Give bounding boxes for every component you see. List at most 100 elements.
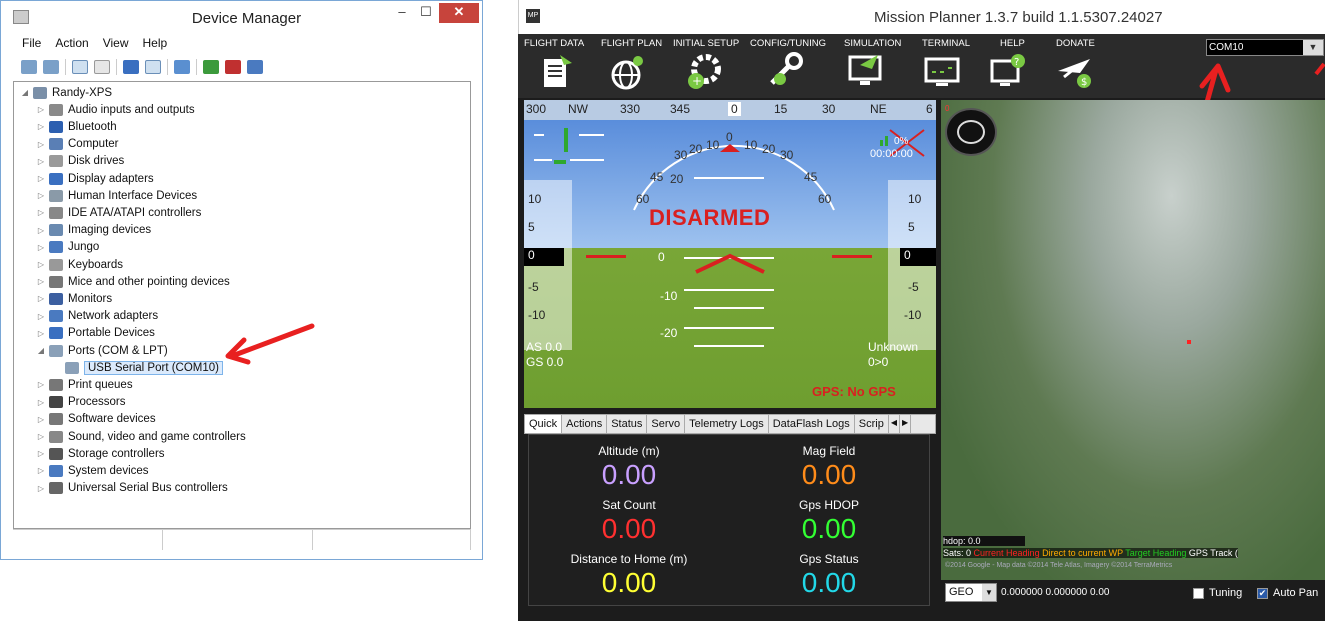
close-button[interactable]: ✕	[439, 3, 479, 23]
gear-icon[interactable]: +	[684, 51, 724, 91]
wrench-icon[interactable]	[766, 51, 806, 91]
tree-item[interactable]: USB Serial Port (COM10)	[52, 359, 224, 376]
show-hide-tree-icon[interactable]	[72, 60, 88, 74]
tree-item[interactable]: ▷ Universal Serial Bus controllers	[36, 480, 228, 497]
flight-data-icon[interactable]	[536, 51, 576, 91]
scan-hardware-icon[interactable]	[174, 60, 190, 74]
tree-item[interactable]: ◢ Ports (COM & LPT)	[36, 342, 168, 359]
tree-item[interactable]: ▷ Bluetooth	[36, 118, 117, 135]
collapsed-arrow-icon[interactable]: ▷	[36, 105, 46, 114]
tree-item[interactable]: ▷ Monitors	[36, 290, 112, 307]
menu-view[interactable]: View	[103, 36, 129, 50]
tree-item[interactable]: ▷ Portable Devices	[36, 325, 155, 342]
tree-item[interactable]: ▷ Imaging devices	[36, 222, 151, 239]
forward-icon[interactable]	[43, 60, 59, 74]
collapsed-arrow-icon[interactable]: ▷	[36, 294, 46, 303]
tab-telemetry-logs[interactable]: Telemetry Logs	[685, 415, 769, 433]
collapsed-arrow-icon[interactable]: ▷	[36, 226, 46, 235]
collapsed-arrow-icon[interactable]: ▷	[36, 415, 46, 424]
globe-icon[interactable]	[608, 51, 648, 91]
collapsed-arrow-icon[interactable]: ▷	[36, 174, 46, 183]
tab-scripts[interactable]: Scrip	[854, 415, 889, 433]
maximize-button[interactable]: ☐	[415, 3, 437, 23]
altitude-tick: -5	[908, 280, 919, 294]
tab-dataflash-logs[interactable]: DataFlash Logs	[768, 415, 855, 433]
nav-initial-setup[interactable]: INITIAL SETUP	[673, 38, 739, 49]
tab-scroll-right-icon[interactable]: ▶	[900, 415, 912, 433]
view-icon[interactable]	[145, 60, 161, 74]
update-driver-icon[interactable]	[203, 60, 219, 74]
tree-item[interactable]: ▷ Network adapters	[36, 308, 158, 325]
expanded-arrow-icon[interactable]: ◢	[20, 88, 30, 97]
simulation-icon[interactable]	[846, 51, 886, 91]
collapsed-arrow-icon[interactable]: ▷	[36, 140, 46, 149]
tree-item[interactable]: ▷ Jungo	[36, 239, 99, 256]
collapsed-arrow-icon[interactable]: ▷	[36, 484, 46, 493]
chevron-down-icon[interactable]: ▼	[1303, 40, 1323, 55]
tree-item[interactable]: ▷ Human Interface Devices	[36, 187, 197, 204]
tab-quick[interactable]: Quick	[525, 415, 563, 433]
collapsed-arrow-icon[interactable]: ▷	[36, 122, 46, 131]
map-view[interactable]: 0 hdop: 0.0 Sats: 0 Current Heading Dire…	[941, 100, 1325, 580]
disable-device-icon[interactable]	[247, 60, 263, 74]
tree-item[interactable]: ▷ Keyboards	[36, 256, 123, 273]
collapsed-arrow-icon[interactable]: ▷	[36, 260, 46, 269]
tab-actions[interactable]: Actions	[562, 415, 608, 433]
nav-terminal[interactable]: TERMINAL	[922, 38, 970, 49]
tree-item[interactable]: ▷ Software devices	[36, 411, 156, 428]
collapsed-arrow-icon[interactable]: ▷	[36, 312, 46, 321]
collapsed-arrow-icon[interactable]: ▷	[36, 191, 46, 200]
nav-flight-plan[interactable]: FLIGHT PLAN	[601, 38, 662, 49]
auto-pan-checkbox[interactable]: ✔	[1257, 588, 1268, 599]
tree-item[interactable]: ▷ Print queues	[36, 376, 133, 393]
collapsed-arrow-icon[interactable]: ▷	[36, 277, 46, 286]
tab-servo[interactable]: Servo	[647, 415, 686, 433]
collapsed-arrow-icon[interactable]: ▷	[36, 243, 46, 252]
menu-action[interactable]: Action	[55, 36, 88, 50]
tree-item[interactable]: ▷ Sound, video and game controllers	[36, 428, 246, 445]
tuning-checkbox[interactable]	[1193, 588, 1204, 599]
collapsed-arrow-icon[interactable]: ▷	[36, 329, 46, 338]
donate-plane-icon[interactable]: $	[1054, 51, 1094, 91]
properties-icon[interactable]	[94, 60, 110, 74]
tree-item[interactable]: ▷ Display adapters	[36, 170, 154, 187]
tab-scroll-left-icon[interactable]: ◀	[888, 415, 900, 433]
uninstall-icon[interactable]	[225, 60, 241, 74]
nav-help[interactable]: HELP	[1000, 38, 1025, 49]
expanded-arrow-icon[interactable]: ◢	[36, 346, 46, 355]
collapsed-arrow-icon[interactable]: ▷	[36, 380, 46, 389]
tree-item[interactable]: ▷ Storage controllers	[36, 445, 165, 462]
terminal-icon[interactable]	[922, 51, 962, 91]
collapsed-arrow-icon[interactable]: ▷	[36, 398, 46, 407]
coord-format-select[interactable]: GEO ▼	[945, 583, 997, 602]
collapsed-arrow-icon[interactable]: ▷	[36, 449, 46, 458]
menu-file[interactable]: File	[22, 36, 41, 50]
tree-item[interactable]: ▷ Computer	[36, 136, 119, 153]
nav-donate[interactable]: DONATE	[1056, 38, 1095, 49]
collapsed-arrow-icon[interactable]: ▷	[36, 208, 46, 217]
map-marker	[1187, 340, 1191, 344]
nav-flight-data[interactable]: FLIGHT DATA	[524, 38, 584, 49]
collapsed-arrow-icon[interactable]: ▷	[36, 466, 46, 475]
tab-status[interactable]: Status	[607, 415, 648, 433]
menu-help[interactable]: Help	[143, 36, 168, 50]
tree-item[interactable]: ▷ Mice and other pointing devices	[36, 273, 230, 290]
legend-current-heading: Current Heading	[973, 548, 1040, 558]
tree-item[interactable]: ▷ Disk drives	[36, 153, 124, 170]
nav-config-tuning[interactable]: CONFIG/TUNING	[750, 38, 826, 49]
chevron-down-icon[interactable]: ▼	[982, 584, 996, 601]
tree-item[interactable]: ◢ Randy-XPS	[20, 84, 112, 101]
nav-simulation[interactable]: SIMULATION	[844, 38, 901, 49]
quick-panel: Altitude (m) 0.00 Mag Field 0.00 Sat Cou…	[528, 434, 930, 606]
minimize-button[interactable]: –	[391, 3, 413, 23]
back-icon[interactable]	[21, 60, 37, 74]
tree-item[interactable]: ▷ Processors	[36, 394, 126, 411]
tree-item[interactable]: ▷ Audio inputs and outputs	[36, 101, 195, 118]
help-monitor-icon[interactable]: ?	[988, 51, 1028, 91]
collapsed-arrow-icon[interactable]: ▷	[36, 432, 46, 441]
device-category-icon	[49, 120, 63, 133]
tree-item[interactable]: ▷ IDE ATA/ATAPI controllers	[36, 204, 201, 221]
tree-item[interactable]: ▷ System devices	[36, 462, 149, 479]
collapsed-arrow-icon[interactable]: ▷	[36, 157, 46, 166]
help-icon[interactable]	[123, 60, 139, 74]
